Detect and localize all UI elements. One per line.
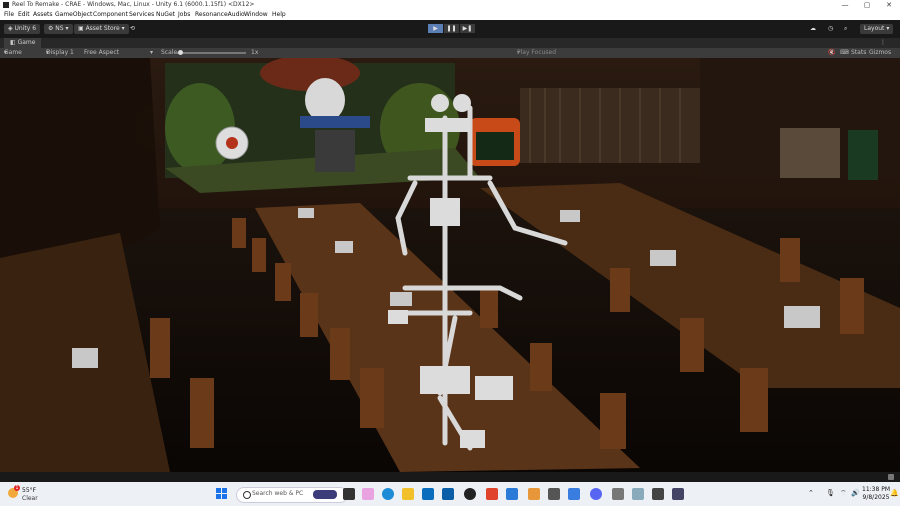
stage-animatronic-body [315, 130, 355, 172]
menu-bar: File Edit Assets GameObject Component Se… [0, 10, 900, 20]
unity-app-icon [3, 2, 9, 8]
menu-file[interactable]: File [4, 10, 14, 20]
layout-dropdown[interactable]: Layout ▾ [860, 24, 894, 34]
editor-tab-row: ◧ Game ⋮ [0, 38, 900, 48]
weather-condition: Clear [22, 495, 38, 502]
microphone-icon[interactable]: 🎙 [826, 489, 835, 497]
history-icon[interactable]: ◷ [828, 24, 833, 34]
app-icon-6[interactable] [672, 488, 684, 500]
game-mode-dropdown[interactable]: Game ▾ [4, 48, 22, 58]
blender-icon[interactable] [528, 488, 540, 500]
menu-gameobject[interactable]: GameObject [55, 10, 92, 20]
editor-status-strip [0, 472, 900, 482]
game-viewport[interactable] [0, 58, 900, 472]
step-button[interactable]: ▶❚ [460, 24, 475, 33]
unity-taskbar-icon[interactable] [464, 488, 476, 500]
photos-icon[interactable] [568, 488, 580, 500]
scale-label: Scale [161, 49, 178, 56]
weather-alert-badge: 1 [14, 485, 20, 491]
version-control-icon[interactable]: ⟲ [130, 24, 135, 34]
mute-audio-icon[interactable]: 🔇 [828, 48, 835, 58]
window-title: Reel To Remake - CRAE - Windows, Mac, Li… [12, 1, 255, 8]
right-curtain [520, 88, 700, 163]
play-button[interactable]: ▶ [428, 24, 443, 33]
scene-render [0, 58, 900, 472]
unity-account-button[interactable]: ◈ Unity 6 [4, 24, 41, 34]
cloud-services-icon[interactable]: ☁ [810, 24, 816, 34]
app-icon-2[interactable] [548, 488, 560, 500]
play-controls: ▶ ❚❚ ▶❚ [428, 24, 475, 33]
weather-temp: 55°F [22, 487, 37, 494]
store-icon[interactable] [422, 488, 434, 500]
tab-game[interactable]: ◧ Game [4, 38, 42, 48]
asset-store-button[interactable]: ▣ Asset Store ▾ [74, 24, 129, 34]
notification-icon[interactable] [888, 474, 894, 480]
stats-toggle[interactable]: Stats [851, 48, 866, 58]
start-button[interactable] [216, 488, 228, 500]
scale-value: 1x [251, 49, 259, 56]
scale-slider[interactable] [176, 52, 246, 54]
menu-edit[interactable]: Edit [18, 10, 30, 20]
tab-menu-icon[interactable]: ⋮ [880, 38, 886, 48]
edge-icon[interactable] [382, 488, 394, 500]
app-icon-1[interactable] [506, 488, 518, 500]
close-button[interactable]: ✕ [878, 0, 900, 10]
display-dropdown[interactable]: Display 1 ▾ [46, 48, 74, 58]
right-sign [848, 130, 878, 180]
notification-bell-icon[interactable]: 🔔 [890, 489, 899, 497]
game-view-toolbar: Game ▾ Display 1 ▾ Free Aspect ▾ Scale 1… [0, 48, 900, 58]
outlook-icon[interactable] [442, 488, 454, 500]
right-doorway [780, 128, 840, 178]
search-placeholder: Search web & PC [252, 490, 304, 497]
minimize-button[interactable]: — [834, 0, 856, 10]
menu-jobs[interactable]: Jobs [178, 10, 190, 20]
brave-icon[interactable] [486, 488, 498, 500]
clock-time: 11:38 PM [862, 486, 890, 493]
user-account-dropdown[interactable]: ⚙ NS ▾ [44, 24, 73, 34]
drum-logo [226, 137, 238, 149]
copilot-icon[interactable] [362, 488, 374, 500]
search-icon[interactable]: ⌕ [844, 24, 847, 34]
windows-logo-icon [216, 488, 221, 493]
clock-date: 9/8/2025 [862, 494, 890, 501]
app-icon-5[interactable] [652, 488, 664, 500]
menu-component[interactable]: Component [93, 10, 128, 20]
search-highlight-icon [313, 490, 337, 499]
volume-icon[interactable]: 🔊 [851, 489, 860, 497]
task-view-icon[interactable] [343, 488, 355, 500]
shortcuts-icon[interactable]: ⌨ [840, 48, 849, 58]
asset-store-icon: ▣ [78, 25, 86, 32]
play-focused-dropdown[interactable]: Play Focused ▾ [517, 48, 556, 58]
pause-button[interactable]: ❚❚ [444, 24, 459, 33]
app-icon-3[interactable] [612, 488, 624, 500]
menu-nuget[interactable]: NuGet [156, 10, 175, 20]
menu-assets[interactable]: Assets [33, 10, 53, 20]
stage-keyboard [300, 116, 370, 128]
maximize-button[interactable]: ▢ [856, 0, 878, 10]
menu-resonanceaudio[interactable]: ResonanceAudio [195, 10, 245, 20]
discord-icon[interactable] [590, 488, 602, 500]
taskbar-search[interactable]: Search web & PC [236, 487, 348, 503]
scale-slider-handle[interactable] [178, 50, 183, 55]
menu-window[interactable]: Window [244, 10, 268, 20]
gizmos-dropdown[interactable]: Gizmos [869, 48, 891, 58]
aspect-chevron-icon[interactable]: ▾ [150, 48, 153, 58]
gamepad-icon: ◧ [10, 39, 18, 46]
weather-widget[interactable]: 1 55°F Clear [8, 485, 68, 503]
window-titlebar: Reel To Remake - CRAE - Windows, Mac, Li… [0, 0, 900, 10]
app-icon-4[interactable] [632, 488, 644, 500]
game-cabinet-screen [476, 132, 514, 160]
stage-foliage-left [165, 83, 235, 173]
system-clock[interactable]: 11:38 PM 9/8/2025 [862, 486, 890, 502]
stage-animatronic-head [305, 78, 345, 122]
search-icon [243, 491, 251, 499]
menu-services[interactable]: Services [129, 10, 154, 20]
wifi-icon[interactable]: ⌔ [840, 489, 847, 498]
menu-help[interactable]: Help [272, 10, 286, 20]
file-explorer-icon[interactable] [402, 488, 414, 500]
windows-taskbar: 1 55°F Clear Search web & PC ⌃ 🎙 ⌔ 🔊 11:… [0, 482, 900, 506]
tray-chevron-icon[interactable]: ⌃ [808, 489, 814, 497]
